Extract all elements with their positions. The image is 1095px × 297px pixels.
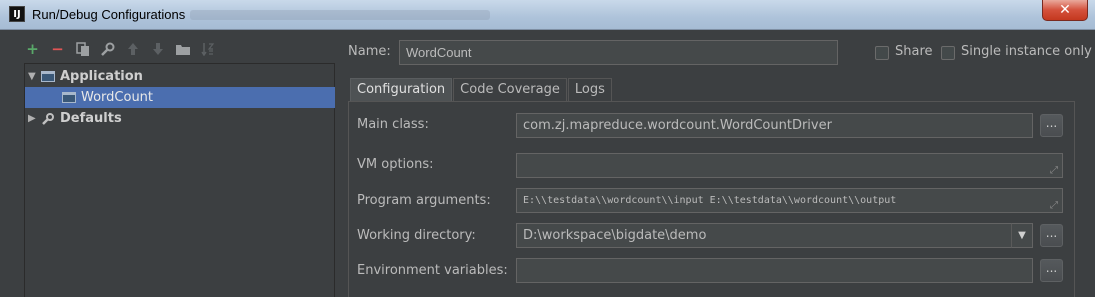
blurred-title-area [190, 10, 490, 20]
working-directory-input[interactable]: D:\workspace\bigdate\demo [516, 223, 1012, 248]
collapse-arrow-icon[interactable]: ▶ [28, 113, 40, 124]
defaults-wrench-icon [40, 112, 56, 126]
application-config-icon [61, 91, 77, 105]
edit-defaults-icon[interactable] [99, 41, 116, 58]
expand-icon[interactable]: ⤢ [1050, 194, 1058, 212]
expand-icon[interactable]: ⤢ [1050, 159, 1058, 177]
sort-icon[interactable] [199, 41, 216, 58]
move-up-icon[interactable] [124, 41, 141, 58]
chevron-down-icon: ▼ [1018, 230, 1026, 241]
name-input[interactable]: WordCount [399, 40, 838, 65]
tab-configuration[interactable]: Configuration [350, 78, 453, 101]
working-directory-browse-button[interactable]: ... [1040, 224, 1063, 247]
program-arguments-input[interactable]: E:\\testdata\\wordcount\\input E:\\testd… [516, 188, 1063, 213]
window-title: Run/Debug Configurations [32, 7, 186, 22]
share-checkbox[interactable] [875, 46, 889, 60]
tree-node-application[interactable]: ▼ Application [25, 66, 334, 87]
remove-icon[interactable]: − [49, 40, 66, 58]
configurations-sidebar: + − ▼ Application WordCount ▶ Defaults [0, 30, 340, 297]
tree-node-label: Application [60, 69, 143, 84]
environment-variables-input[interactable] [516, 258, 1033, 283]
environment-variables-browse-button[interactable]: ... [1040, 259, 1063, 282]
configurations-tree: ▼ Application WordCount ▶ Defaults [24, 63, 335, 297]
main-class-browse-button[interactable]: ... [1040, 114, 1063, 137]
name-label: Name: [348, 44, 391, 59]
config-tabs: Configuration Code Coverage Logs [350, 78, 613, 101]
share-label: Share [895, 44, 933, 59]
single-instance-label: Single instance only [961, 44, 1092, 59]
working-directory-label: Working directory: [357, 228, 476, 243]
folder-icon[interactable] [174, 41, 191, 58]
sidebar-toolbar: + − [24, 39, 216, 59]
main-class-label: Main class: [357, 117, 429, 132]
move-down-icon[interactable] [149, 41, 166, 58]
intellij-icon: IJ [9, 6, 25, 22]
tree-node-defaults[interactable]: ▶ Defaults [25, 108, 334, 129]
tree-node-label: Defaults [60, 111, 122, 126]
tab-logs[interactable]: Logs [567, 78, 612, 101]
copy-icon[interactable] [74, 41, 91, 58]
tree-node-label: WordCount [81, 90, 154, 105]
vm-options-input[interactable]: ⤢ [516, 153, 1063, 178]
program-arguments-label: Program arguments: [357, 193, 491, 208]
tree-node-wordcount[interactable]: WordCount [25, 87, 335, 108]
title-bar: IJ Run/Debug Configurations ✕ [0, 0, 1095, 30]
single-instance-checkbox[interactable] [941, 46, 955, 60]
working-directory-dropdown[interactable]: ▼ [1011, 223, 1033, 248]
expand-arrow-icon[interactable]: ▼ [28, 71, 40, 82]
close-button[interactable]: ✕ [1042, 0, 1088, 21]
tab-code-coverage[interactable]: Code Coverage [453, 78, 567, 101]
vm-options-label: VM options: [357, 157, 434, 172]
program-arguments-value: E:\\testdata\\wordcount\\input E:\\testd… [523, 195, 897, 206]
environment-variables-label: Environment variables: [357, 263, 508, 278]
add-icon[interactable]: + [24, 40, 41, 58]
application-icon [40, 70, 56, 84]
close-icon: ✕ [1059, 2, 1071, 18]
main-class-input[interactable]: com.zj.mapreduce.wordcount.WordCountDriv… [516, 113, 1033, 138]
